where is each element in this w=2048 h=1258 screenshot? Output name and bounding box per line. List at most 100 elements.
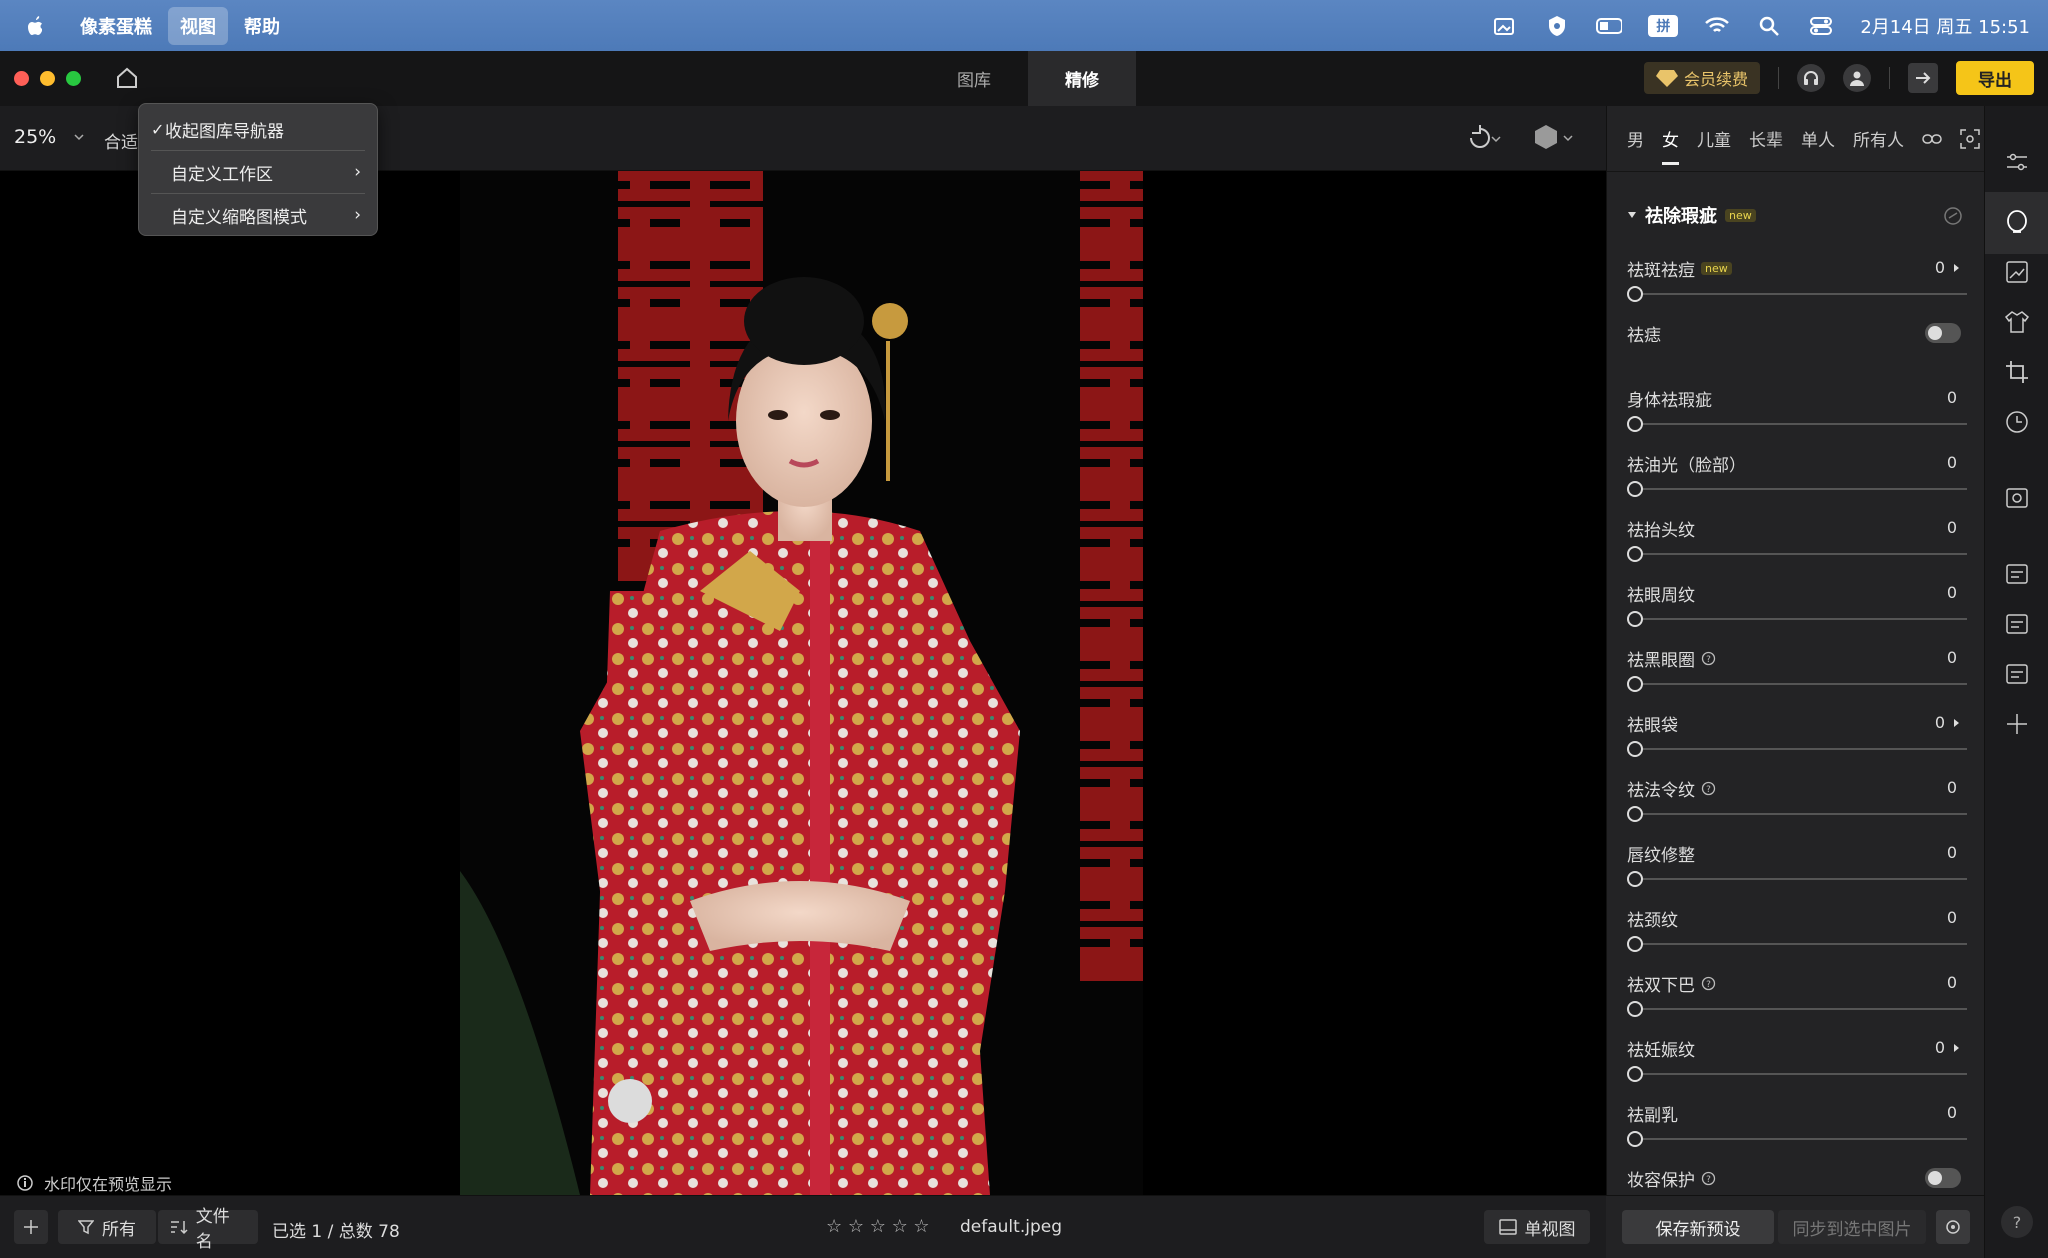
preset-list-icon[interactable] [2001, 558, 2033, 590]
slider-value[interactable]: 0 [1935, 713, 1945, 732]
slider-track[interactable] [1633, 878, 1967, 880]
sign-out-icon[interactable] [1908, 63, 1938, 93]
apple-icon[interactable] [24, 14, 46, 38]
slider-knob[interactable] [1627, 871, 1643, 887]
person-tab-selected[interactable]: 女 [1662, 126, 1679, 165]
rating-stars[interactable]: ☆ ☆ ☆ ☆ ☆ [826, 1216, 930, 1237]
rotate-icon[interactable] [1460, 123, 1504, 151]
tab-library[interactable]: 图库 [920, 51, 1028, 106]
add-tool-icon[interactable] [2001, 708, 2033, 740]
toggle-switch[interactable] [1925, 323, 1961, 343]
close-window-button[interactable] [14, 71, 29, 86]
slider-value[interactable]: 0 [1947, 648, 1957, 667]
person-tab[interactable]: 所有人 [1853, 126, 1904, 151]
slider-knob[interactable] [1627, 1001, 1643, 1017]
slider-value[interactable]: 0 [1947, 583, 1957, 602]
history-icon[interactable] [2001, 406, 2033, 438]
slider-knob[interactable] [1627, 741, 1643, 757]
slider-value[interactable]: 0 [1947, 1103, 1957, 1122]
slider-track[interactable] [1633, 813, 1967, 815]
section-header[interactable]: 祛除瑕疵 new [1627, 202, 1756, 228]
menu-help[interactable]: 帮助 [232, 7, 292, 45]
slider-track[interactable] [1633, 553, 1967, 555]
slider-knob[interactable] [1627, 546, 1643, 562]
ime-indicator[interactable]: 拼 [1648, 14, 1679, 37]
wifi-icon[interactable] [1704, 13, 1730, 39]
battery-icon[interactable] [1596, 13, 1623, 39]
slider-knob[interactable] [1627, 806, 1643, 822]
slider-value[interactable]: 0 [1947, 973, 1957, 992]
slider-value[interactable]: 0 [1947, 453, 1957, 472]
filter-button[interactable]: 所有 [58, 1210, 156, 1244]
headset-icon[interactable] [1797, 64, 1825, 92]
slider-track[interactable] [1633, 618, 1967, 620]
control-center-icon[interactable] [1808, 13, 1834, 39]
help-icon[interactable]: ? [1701, 976, 1716, 991]
slider-value[interactable]: 0 [1947, 388, 1957, 407]
slider-track[interactable] [1633, 683, 1967, 685]
add-button[interactable] [14, 1210, 48, 1244]
slider-track[interactable] [1633, 1138, 1967, 1140]
zoom-level[interactable]: 25% [14, 126, 56, 148]
zoom-window-button[interactable] [66, 71, 81, 86]
slider-value[interactable]: 0 [1947, 843, 1957, 862]
tab-retouch[interactable]: 精修 [1028, 51, 1136, 106]
single-view-button[interactable]: 单视图 [1484, 1210, 1590, 1244]
person-tab[interactable]: 长辈 [1749, 126, 1783, 151]
search-icon[interactable] [1756, 13, 1782, 39]
person-tab[interactable]: 单人 [1801, 126, 1835, 151]
slider-knob[interactable] [1627, 936, 1643, 952]
slider-knob[interactable] [1627, 676, 1643, 692]
clock[interactable]: 2月14日 周五 15:51 [1860, 13, 2030, 39]
slider-track[interactable] [1633, 1008, 1967, 1010]
save-preset-button[interactable]: 保存新预设 [1622, 1210, 1774, 1244]
minimize-window-button[interactable] [40, 71, 55, 86]
toggle-switch[interactable] [1925, 1168, 1961, 1188]
image-edit-icon[interactable] [1492, 13, 1518, 39]
slider-track[interactable] [1633, 1073, 1967, 1075]
slider-track[interactable] [1633, 748, 1967, 750]
sliders-icon[interactable] [2001, 146, 2033, 178]
crop-icon[interactable] [2001, 356, 2033, 388]
slider-track[interactable] [1633, 488, 1967, 490]
slider-track[interactable] [1633, 423, 1967, 425]
fit-button[interactable]: 合适 [104, 128, 138, 153]
link-icon[interactable] [1922, 132, 1942, 146]
chevron-down-icon[interactable] [74, 134, 84, 142]
sync-settings-button[interactable] [1936, 1210, 1970, 1244]
clothing-icon[interactable] [2001, 306, 2033, 338]
slider-value[interactable]: 0 [1935, 258, 1945, 277]
slider-knob[interactable] [1627, 1131, 1643, 1147]
sync-button[interactable]: 同步到选中图片 [1778, 1210, 1926, 1244]
home-icon[interactable] [116, 67, 138, 89]
person-tab[interactable]: 男 [1627, 126, 1644, 151]
shield-icon[interactable] [1544, 13, 1570, 39]
slider-value[interactable]: 0 [1935, 1038, 1945, 1057]
expand-arrow-icon[interactable] [1953, 1043, 1961, 1053]
cube-icon[interactable] [1532, 122, 1576, 152]
help-icon[interactable]: ? [1701, 781, 1716, 796]
slider-value[interactable]: 0 [1947, 908, 1957, 927]
slider-knob[interactable] [1627, 611, 1643, 627]
photo-preview[interactable] [460, 171, 1143, 1195]
watermark-icon[interactable] [2001, 482, 2033, 514]
face-retouch-icon[interactable] [1985, 192, 2048, 254]
help-icon[interactable]: ? [1701, 651, 1716, 666]
preset-list-icon[interactable] [2001, 658, 2033, 690]
help-button[interactable]: ? [2001, 1206, 2033, 1238]
slider-track[interactable] [1633, 943, 1967, 945]
menu-view[interactable]: 视图 [168, 6, 228, 45]
person-tab[interactable]: 儿童 [1697, 126, 1731, 151]
export-button[interactable]: 导出 [1956, 61, 2034, 95]
slider-knob[interactable] [1627, 286, 1643, 302]
slider-knob[interactable] [1627, 416, 1643, 432]
expand-arrow-icon[interactable] [1953, 263, 1961, 273]
slider-knob[interactable] [1627, 481, 1643, 497]
menu-item-custom-workspace[interactable]: 自定义工作区 › [147, 151, 369, 193]
expand-arrow-icon[interactable] [1953, 718, 1961, 728]
sort-button[interactable]: 文件名 [158, 1207, 258, 1252]
photo-canvas[interactable]: 水印仅在预览显示 [0, 171, 1606, 1234]
vip-renew-button[interactable]: 会员续费 [1643, 62, 1760, 94]
slider-value[interactable]: 0 [1947, 518, 1957, 537]
face-detect-icon[interactable] [1960, 128, 1980, 149]
